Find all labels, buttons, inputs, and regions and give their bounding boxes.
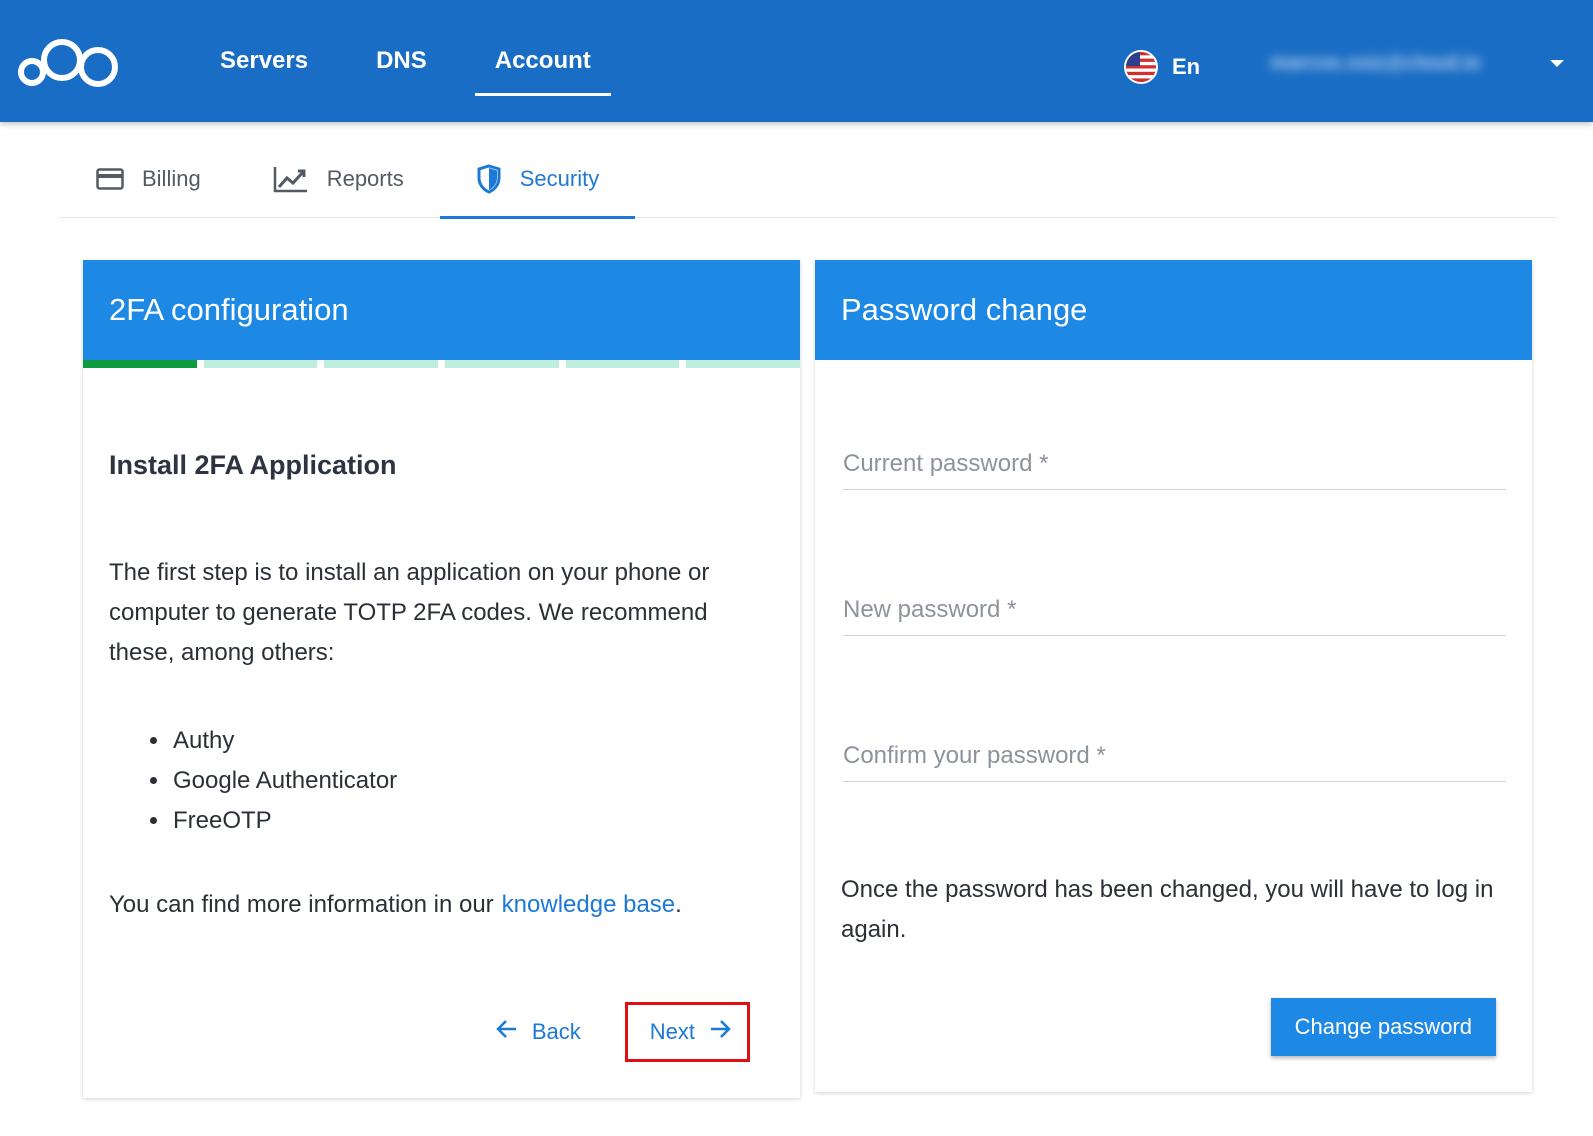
stepper-segment [203, 360, 318, 368]
user-menu[interactable]: marcos.ssiz@cloud.io [1270, 52, 1564, 75]
arrow-left-icon [496, 1019, 518, 1045]
password-card: Password change Once the password has be… [815, 260, 1532, 1092]
password-card-title: Password change [815, 260, 1532, 360]
language-label: En [1172, 54, 1201, 79]
language-selector[interactable]: En [1124, 50, 1200, 84]
tab-reports-label: Reports [326, 166, 404, 191]
shield-icon [476, 164, 502, 194]
list-item: Google Authenticator [171, 761, 774, 801]
tab-billing-label: Billing [142, 166, 201, 191]
twofa-actions: Back Next [496, 1002, 750, 1062]
back-label: Back [531, 1019, 581, 1044]
arrow-right-icon [709, 1019, 731, 1045]
logo-icon[interactable] [18, 34, 122, 90]
list-item: FreeOTP [171, 801, 774, 841]
nav-dns[interactable]: DNS [356, 0, 447, 122]
confirm-password-input[interactable] [843, 722, 1506, 778]
tab-security[interactable]: Security [439, 140, 636, 219]
tab-billing[interactable]: Billing [60, 140, 237, 218]
nav-account[interactable]: Account [474, 0, 611, 122]
list-item: Authy [171, 721, 774, 761]
twofa-stepper [83, 360, 801, 368]
stepper-segment [565, 360, 680, 368]
knowledge-base-text: You can find more information in our know… [109, 885, 774, 925]
tab-security-label: Security [519, 166, 600, 191]
current-password-field [843, 430, 1506, 490]
stepper-segment [83, 360, 197, 368]
nav-servers[interactable]: Servers [200, 0, 328, 122]
account-subtabs: Billing Reports Security [60, 140, 1556, 219]
stepper-segment [445, 360, 559, 368]
kb-prefix: You can find more information in our [109, 891, 494, 918]
twofa-card-title: 2FA configuration [83, 260, 800, 360]
top-bar: Servers DNS Account En marcos.ssiz@cloud… [0, 0, 1593, 122]
back-button[interactable]: Back [496, 1019, 581, 1045]
confirm-password-field [843, 722, 1506, 782]
main-nav: Servers DNS Account [200, 0, 639, 122]
app-list: Authy Google Authenticator FreeOTP [171, 721, 774, 841]
new-password-field [843, 576, 1506, 636]
credit-card-icon [96, 168, 124, 190]
stepper-segment [686, 360, 801, 368]
stepper-segment [324, 360, 439, 368]
twofa-card-body: Install 2FA Application The first step i… [83, 450, 800, 925]
knowledge-base-link[interactable]: knowledge base [502, 891, 675, 918]
step-title: Install 2FA Application [109, 450, 397, 480]
current-password-input[interactable] [843, 430, 1506, 486]
trend-chart-icon [273, 165, 309, 193]
change-password-button[interactable]: Change password [1270, 998, 1496, 1056]
kb-suffix: . [675, 891, 682, 918]
next-button[interactable]: Next [624, 1002, 750, 1062]
next-label: Next [649, 1019, 695, 1044]
caret-down-icon [1550, 60, 1564, 67]
tab-reports[interactable]: Reports [237, 140, 440, 218]
new-password-input[interactable] [843, 576, 1506, 632]
twofa-card: 2FA configuration Install 2FA Applicatio… [83, 260, 801, 1098]
user-email: marcos.ssiz@cloud.io [1270, 52, 1481, 74]
password-note: Once the password has been changed, you … [841, 876, 1494, 943]
step-description: The first step is to install an applicat… [109, 559, 710, 666]
us-flag-icon [1124, 50, 1158, 84]
